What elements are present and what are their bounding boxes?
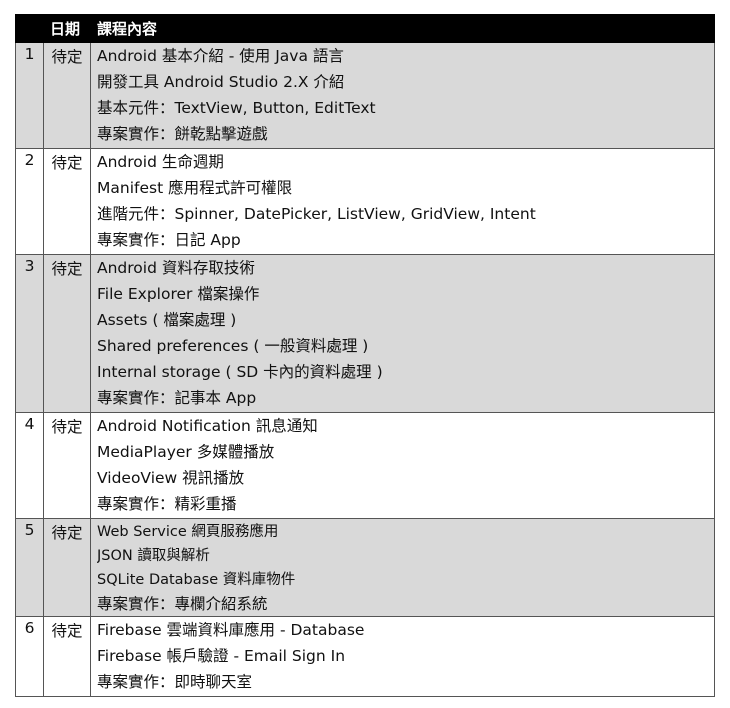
content-line: Manifest 應用程式許可權限	[97, 179, 293, 197]
header-date: 日期	[43, 14, 91, 43]
row-date: 待定	[43, 412, 91, 519]
content-line: Firebase 雲端資料庫應用 - Database	[97, 621, 365, 639]
header-row: 日期 課程內容	[15, 14, 715, 43]
content-line: 開發工具 Android Studio 2.X 介紹	[97, 73, 345, 91]
content-line: Assets ( 檔案處理 )	[97, 311, 237, 329]
row-content: Web Service 網頁服務應用 JSON 讀取與解析 SQLite Datab…	[90, 518, 715, 617]
table-row: 5 待定 Web Service 網頁服務應用 JSON 讀取與解析 SQLite Da…	[15, 518, 715, 617]
row-number: 2	[15, 148, 44, 255]
content-line: Internal storage ( SD 卡內的資料處理 )	[97, 363, 383, 381]
content-line: 基本元件：TextView, Button, EditText	[97, 99, 376, 117]
header-content: 課程內容	[90, 14, 715, 43]
course-schedule: 日期 課程內容 1 待定 Android 基本介紹 - 使用 Java 語言 開發工具…	[15, 14, 715, 697]
header-number	[15, 14, 44, 43]
row-content: Firebase 雲端資料庫應用 - Database Firebase 帳戶驗證…	[90, 616, 715, 697]
content-line: 進階元件：Spinner, DatePicker, ListView, Grid…	[97, 205, 536, 223]
row-number: 1	[15, 42, 44, 149]
row-number: 5	[15, 518, 44, 617]
row-number: 6	[15, 616, 44, 697]
content-line: Android Notification 訊息通知	[97, 417, 318, 435]
content-line: Android 基本介紹 - 使用 Java 語言	[97, 47, 344, 65]
row-number: 3	[15, 254, 44, 413]
row-date: 待定	[43, 254, 91, 413]
content-line: Android 生命週期	[97, 153, 224, 171]
row-content: Android 基本介紹 - 使用 Java 語言 開發工具 Android St…	[90, 42, 715, 149]
row-date: 待定	[43, 616, 91, 697]
row-content: Android 資料存取技術 File Explorer 檔案操作 Assets (…	[90, 254, 715, 413]
content-line: 專案實作：日記 App	[97, 231, 241, 249]
table-row: 6 待定 Firebase 雲端資料庫應用 - Database Firebase 帳…	[15, 616, 715, 697]
content-line: 專案實作：精彩重播	[97, 495, 237, 513]
table-row: 4 待定 Android Notification 訊息通知 MediaPlayer …	[15, 412, 715, 519]
row-number: 4	[15, 412, 44, 519]
table-row: 3 待定 Android 資料存取技術 File Explorer 檔案操作 Asset…	[15, 254, 715, 413]
row-date: 待定	[43, 42, 91, 149]
content-line: SQLite Database 資料庫物件	[97, 572, 296, 588]
content-line: MediaPlayer 多媒體播放	[97, 443, 275, 461]
row-content: Android Notification 訊息通知 MediaPlayer 多媒體…	[90, 412, 715, 519]
content-line: JSON 讀取與解析	[97, 548, 210, 564]
schedule-table: 日期 課程內容 1 待定 Android 基本介紹 - 使用 Java 語言 開發工具…	[15, 14, 715, 697]
content-line: 專案實作：即時聊天室	[97, 673, 253, 691]
content-line: 專案實作：記事本 App	[97, 389, 257, 407]
table-row: 2 待定 Android 生命週期 Manifest 應用程式許可權限進階元件：Spi…	[15, 148, 715, 255]
row-date: 待定	[43, 518, 91, 617]
content-line: 專案實作：餅乾點擊遊戲	[97, 125, 268, 143]
content-line: VideoView 視訊播放	[97, 469, 245, 487]
table-row: 1 待定 Android 基本介紹 - 使用 Java 語言 開發工具 Android…	[15, 42, 715, 149]
content-line: File Explorer 檔案操作	[97, 285, 260, 303]
content-line: Firebase 帳戶驗證 - Email Sign In	[97, 647, 346, 665]
content-line: Shared preferences ( 一般資料處理 )	[97, 337, 369, 355]
content-line: Web Service 網頁服務應用	[97, 524, 279, 540]
content-line: Android 資料存取技術	[97, 259, 255, 277]
schedule-body: 1 待定 Android 基本介紹 - 使用 Java 語言 開發工具 Android…	[15, 42, 715, 697]
row-date: 待定	[43, 148, 91, 255]
content-line: 專案實作：專欄介紹系統	[97, 595, 268, 613]
row-content: Android 生命週期 Manifest 應用程式許可權限進階元件：Spinne…	[90, 148, 715, 255]
